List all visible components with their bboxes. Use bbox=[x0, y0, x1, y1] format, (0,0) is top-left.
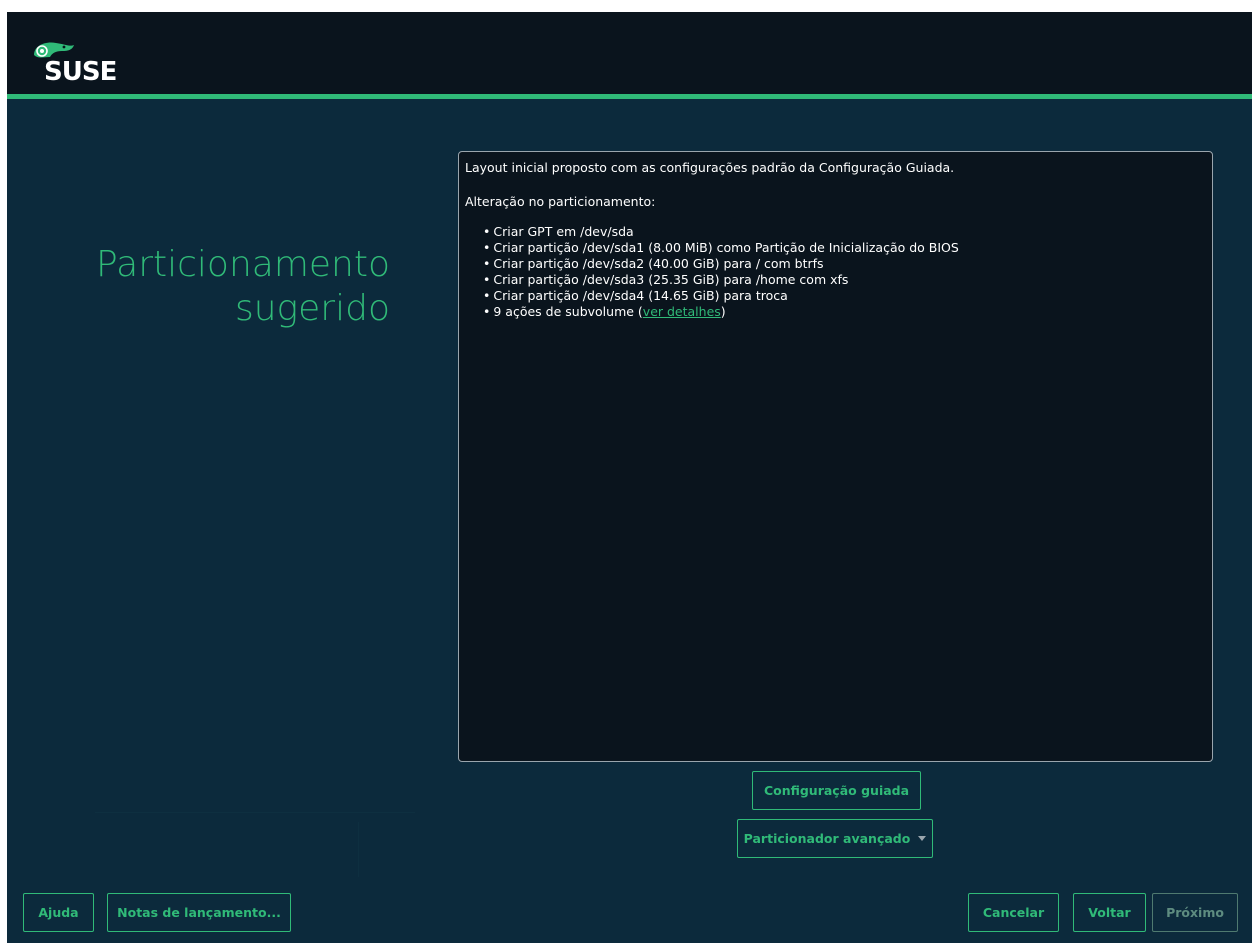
back-label: Voltar bbox=[1088, 905, 1131, 920]
page-title-line-1: Particionamento bbox=[96, 244, 390, 285]
action-text: Criar partição /dev/sda1 (8.00 MiB) como… bbox=[493, 240, 959, 255]
installer-screen: SUSE Particionamento sugerido Layout ini… bbox=[0, 0, 1252, 943]
release-notes-button[interactable]: Notas de lançamento... bbox=[107, 893, 291, 932]
guided-setup-button[interactable]: Configuração guiada bbox=[752, 771, 921, 810]
release-notes-label: Notas de lançamento... bbox=[117, 905, 281, 920]
guided-setup-label: Configuração guiada bbox=[763, 783, 910, 798]
subvolume-suffix: ) bbox=[720, 304, 726, 319]
header-bar: SUSE bbox=[7, 12, 1252, 94]
sidebar-divider bbox=[95, 812, 415, 813]
next-label: Próximo bbox=[1166, 905, 1224, 920]
cancel-button[interactable]: Cancelar bbox=[968, 893, 1059, 932]
cancel-label: Cancelar bbox=[982, 905, 1045, 920]
see-details-link[interactable]: ver detalhes bbox=[643, 304, 721, 319]
suse-logo: SUSE bbox=[30, 37, 130, 97]
next-button[interactable]: Próximo bbox=[1152, 893, 1238, 932]
actions-list: • Criar GPT em /dev/sda • Criar partição /… bbox=[483, 224, 959, 320]
summary-changes-title: Alteração no particionamento: bbox=[465, 194, 656, 209]
list-item: • Criar partição /dev/sda1 (8.00 MiB) com… bbox=[483, 240, 959, 255]
list-item: • Criar partição /dev/sda4 (14.65 GiB) pa… bbox=[483, 288, 788, 303]
action-text: Criar partição /dev/sda2 (40.00 GiB) par… bbox=[493, 256, 824, 271]
list-item: • Criar partição /dev/sda2 (40.00 GiB) pa… bbox=[483, 256, 824, 271]
list-item: • 9 ações de subvolume (ver detalhes) bbox=[483, 304, 726, 319]
page-title-line-2: sugerido bbox=[234, 288, 390, 329]
list-item: • Criar GPT em /dev/sda bbox=[483, 224, 634, 239]
back-button[interactable]: Voltar bbox=[1073, 893, 1146, 932]
sidebar-vertical-divider bbox=[358, 822, 359, 877]
action-text: Criar partição /dev/sda4 (14.65 GiB) par… bbox=[493, 288, 788, 303]
proposal-summary: Layout inicial proposto com as configura… bbox=[458, 151, 1213, 762]
help-button[interactable]: Ajuda bbox=[23, 893, 94, 932]
help-label: Ajuda bbox=[38, 905, 79, 920]
chevron-down-icon bbox=[918, 836, 927, 841]
expert-partitioner-label: Particionador avançado bbox=[743, 831, 911, 846]
summary-intro: Layout inicial proposto com as configura… bbox=[465, 160, 955, 175]
action-text: Criar partição /dev/sda3 (25.35 GiB) par… bbox=[493, 272, 849, 287]
action-text: Criar GPT em /dev/sda bbox=[493, 224, 634, 239]
page-title: Particionamento sugerido bbox=[96, 243, 390, 331]
suse-logo-text: SUSE bbox=[44, 57, 117, 87]
list-item: • Criar partição /dev/sda3 (25.35 GiB) pa… bbox=[483, 272, 849, 287]
subvolume-prefix: 9 ações de subvolume ( bbox=[493, 304, 643, 319]
expert-partitioner-button[interactable]: Particionador avançado bbox=[737, 819, 933, 858]
